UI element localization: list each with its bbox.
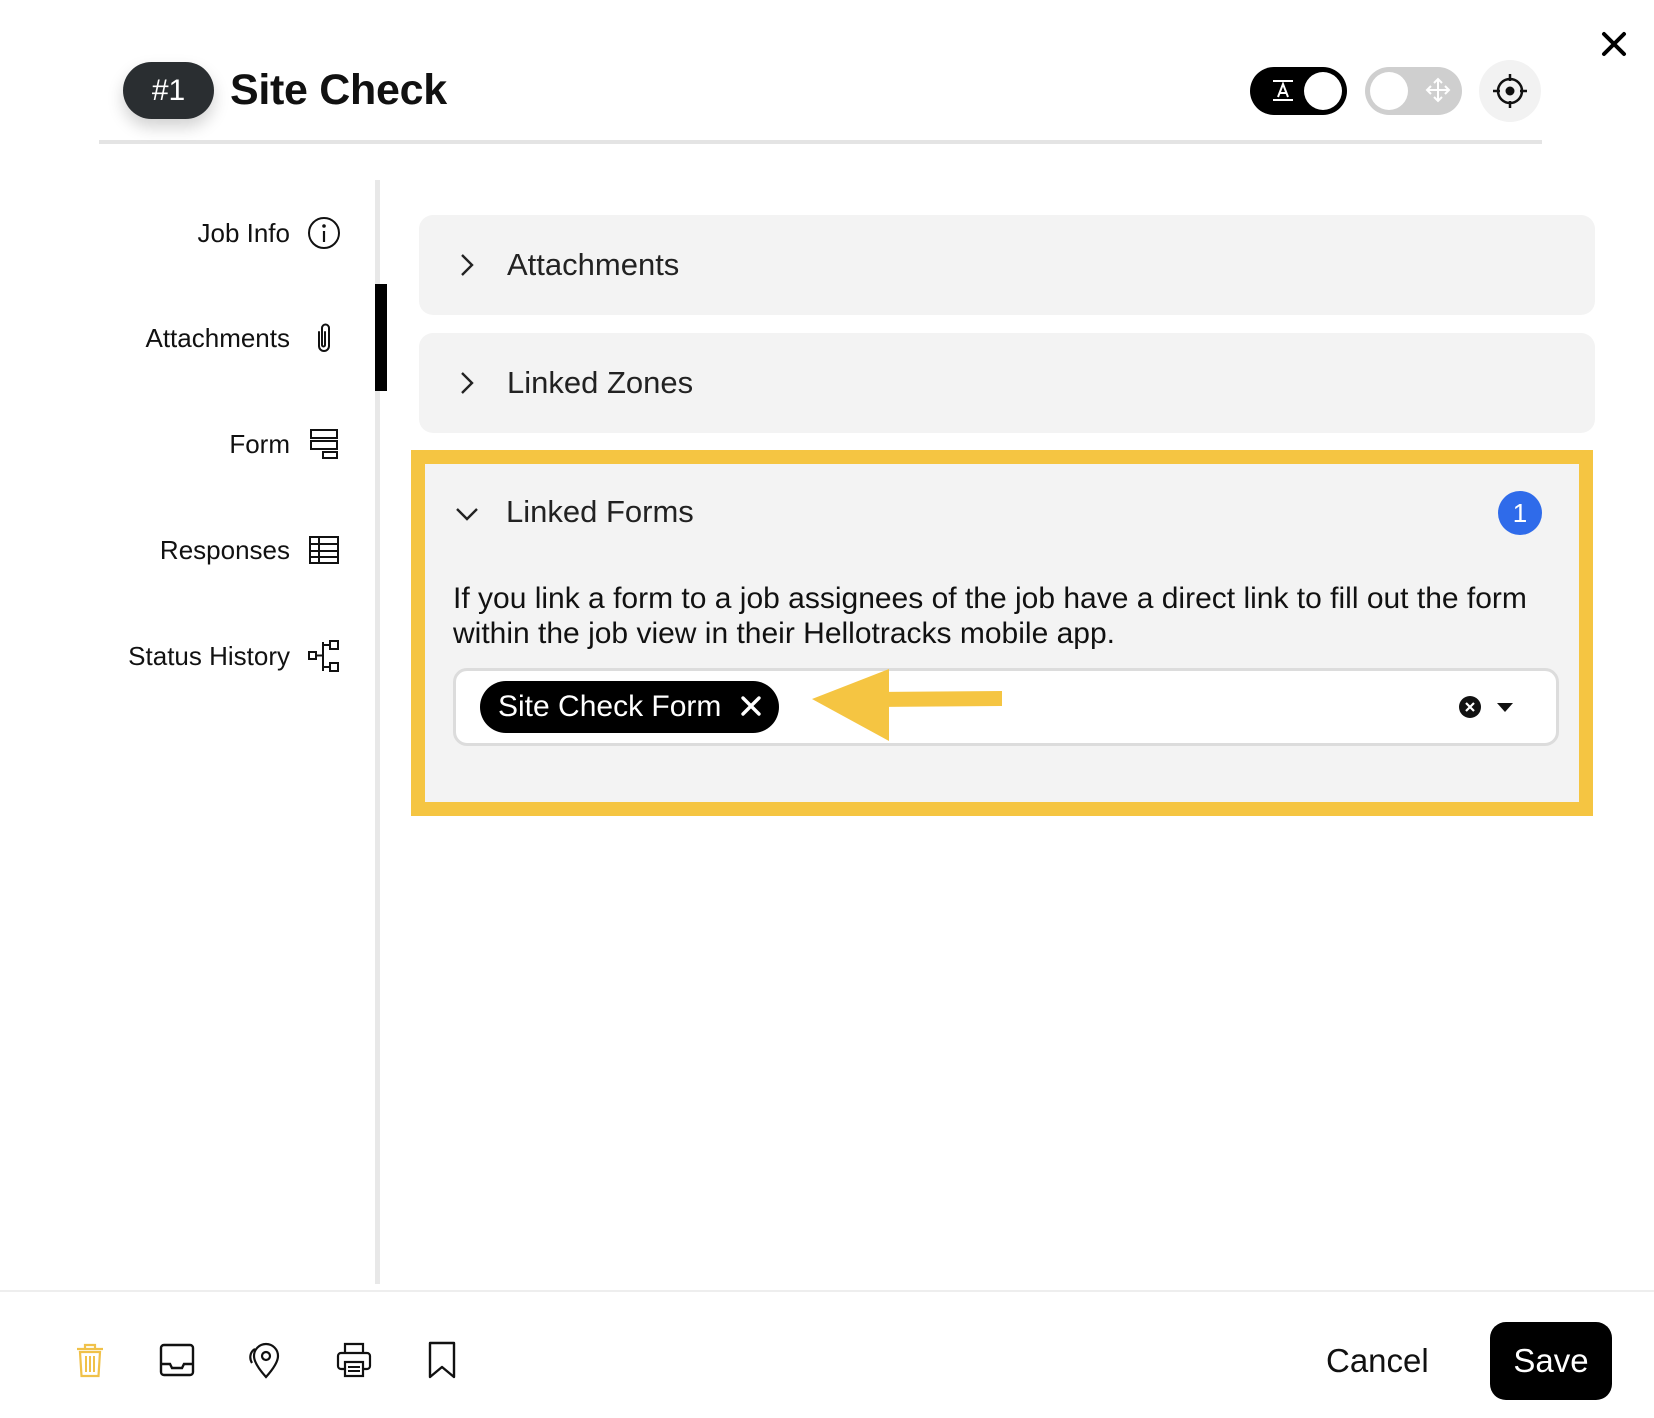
selected-form-label: Site Check Form <box>498 690 722 723</box>
accordion-attachments[interactable]: Attachments <box>419 215 1595 315</box>
form-icon <box>310 429 338 459</box>
move-icon <box>1425 77 1451 103</box>
inbox-icon[interactable] <box>157 1340 197 1380</box>
toggle-knob <box>1304 72 1342 110</box>
toggle-knob <box>1370 72 1408 110</box>
footer-toolbar: Cancel Save <box>0 1290 1654 1418</box>
job-header: #1 Site Check <box>99 60 1542 144</box>
location-pin-icon[interactable] <box>245 1340 285 1380</box>
trash-icon[interactable] <box>70 1340 110 1380</box>
remove-chip-icon[interactable] <box>739 694 763 718</box>
accordion-linked-zones[interactable]: Linked Zones <box>419 333 1595 433</box>
accordion-title[interactable]: Linked Forms <box>506 494 694 530</box>
sidebar-item-responses[interactable]: Responses <box>160 525 342 575</box>
crosshair-icon <box>1493 74 1527 108</box>
sidebar-item-job-info[interactable]: Job Info <box>197 208 342 258</box>
accordion-title: Linked Zones <box>507 365 694 400</box>
clear-selection-icon[interactable] <box>1458 695 1482 719</box>
page-title: Site Check <box>230 66 447 114</box>
sidebar-nav: Job Info Attachments Form Responses Stat… <box>0 180 387 1284</box>
sidebar-item-form[interactable]: Form <box>229 419 342 469</box>
sidebar-item-label: Responses <box>159 534 290 565</box>
sidebar-active-indicator <box>375 284 387 391</box>
linked-forms-description: If you link a form to a job assignees of… <box>453 582 1527 650</box>
text-format-icon <box>1273 80 1293 101</box>
printer-icon[interactable] <box>334 1340 374 1380</box>
sidebar-item-attachments[interactable]: Attachments <box>145 313 342 363</box>
text-mode-toggle[interactable] <box>1250 67 1347 115</box>
paperclip-icon <box>318 323 330 352</box>
save-button[interactable]: Save <box>1490 1322 1612 1400</box>
annotation-arrow-icon <box>812 669 1002 741</box>
status-history-icon <box>308 640 339 672</box>
sidebar-item-label: Status History <box>128 640 290 671</box>
chevron-right-icon <box>461 372 474 394</box>
accordion-title: Attachments <box>507 247 680 282</box>
accordion-linked-forms: Linked Forms 1 If you link a form to a j… <box>411 450 1593 816</box>
sidebar-item-label: Attachments <box>145 322 290 353</box>
move-mode-toggle[interactable] <box>1365 67 1462 115</box>
close-icon[interactable] <box>1596 26 1632 62</box>
table-icon <box>309 536 339 564</box>
bookmark-icon[interactable] <box>422 1340 462 1380</box>
locate-button[interactable] <box>1479 60 1541 122</box>
chevron-right-icon <box>461 254 474 276</box>
dropdown-arrow-icon[interactable] <box>1494 697 1516 717</box>
selected-form-chip[interactable]: Site Check Form <box>480 681 780 733</box>
chevron-down-icon[interactable] <box>453 502 481 526</box>
sidebar-item-status-history[interactable]: Status History <box>128 631 342 681</box>
linked-forms-count-badge: 1 <box>1498 491 1542 535</box>
job-number-badge: #1 <box>123 62 214 119</box>
cancel-button[interactable]: Cancel <box>1326 1336 1429 1386</box>
sidebar-item-label: Job Info <box>197 217 290 248</box>
info-icon <box>308 217 340 249</box>
sidebar-item-label: Form <box>229 428 290 459</box>
